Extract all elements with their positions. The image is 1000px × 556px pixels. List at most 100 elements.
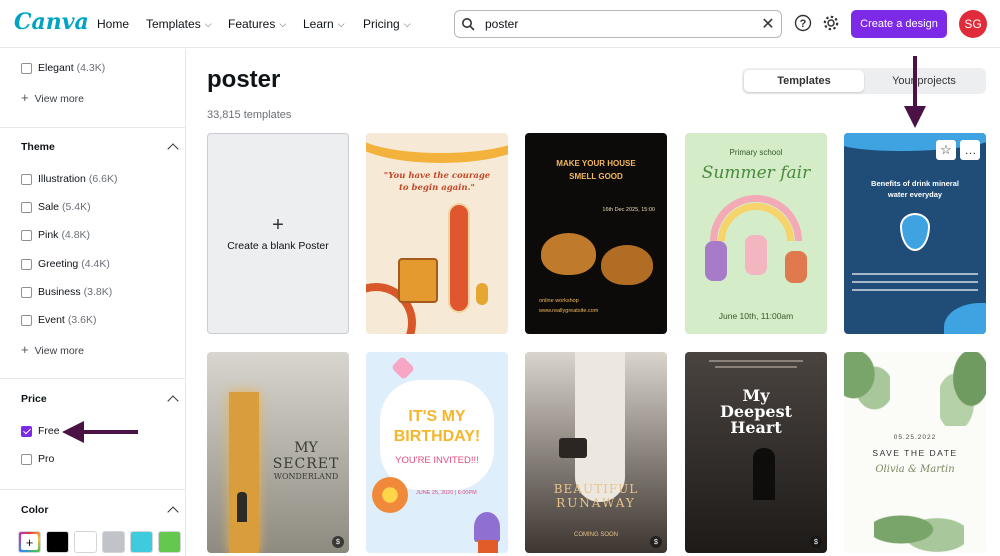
filter-label: Event: [38, 314, 65, 326]
decor-arc: [366, 133, 508, 163]
help-icon[interactable]: ?: [794, 14, 812, 32]
nav-templates[interactable]: Templates ⌵: [146, 0, 212, 48]
nav-learn[interactable]: Learn ⌵: [303, 0, 345, 48]
canva-logo[interactable]: Canva: [14, 9, 89, 35]
filter-greeting[interactable]: Greeting (4.4K): [21, 258, 110, 270]
checkbox[interactable]: [21, 453, 32, 465]
filter-count: (3.8K): [83, 286, 113, 298]
template-card[interactable]: Primary school Summer fair June 10th, 11…: [685, 133, 827, 334]
template-card[interactable]: IT'S MY BIRTHDAY! YOU'RE INVITED!!! JUNE…: [366, 352, 508, 553]
leaves-decoration: [874, 502, 964, 553]
color-swatch-green[interactable]: [158, 531, 181, 553]
text-line: [852, 289, 978, 291]
template-title: Heart: [730, 418, 782, 437]
section-title: Price: [21, 393, 47, 405]
croissant-illustration: [541, 233, 596, 275]
filter-sidebar: [0, 49, 186, 556]
filter-pink[interactable]: Pink (4.8K): [21, 229, 90, 241]
template-subtitle: Olivia & Martin: [875, 464, 955, 475]
template-card[interactable]: My Deepest Heart $: [685, 352, 827, 553]
gear-icon[interactable]: [822, 14, 840, 32]
luggage-illustration: [398, 258, 438, 303]
checkbox-checked[interactable]: [21, 425, 32, 437]
template-card[interactable]: ☆ … Benefits of drink mineral water ever…: [844, 133, 986, 334]
color-section-header[interactable]: Color: [21, 504, 179, 518]
template-subtitle: SMELL GOOD: [569, 172, 623, 181]
theme-section-header[interactable]: Theme: [21, 141, 179, 155]
child-illustration: [745, 235, 767, 275]
filter-label: Elegant: [38, 62, 74, 74]
chevron-up-icon: [167, 506, 179, 518]
filter-illustration[interactable]: Illustration (6.6K): [21, 173, 117, 185]
nav-home[interactable]: Home: [97, 0, 129, 48]
template-card[interactable]: MY SECRET WONDERLAND $: [207, 352, 349, 553]
blank-card-label: Create a blank Poster: [227, 239, 329, 252]
template-count: 33,815 templates: [207, 109, 292, 121]
create-design-button[interactable]: Create a design: [851, 10, 947, 38]
filter-business[interactable]: Business (3.8K): [21, 286, 112, 298]
create-blank-poster-card[interactable]: + Create a blank Poster: [207, 133, 349, 334]
checkbox[interactable]: [21, 62, 32, 74]
checkbox[interactable]: [21, 286, 32, 298]
template-subtitle: WONDERLAND: [273, 472, 339, 481]
color-swatch-white[interactable]: [74, 531, 97, 553]
filter-count: (5.4K): [62, 201, 91, 213]
template-card[interactable]: BEAUTIFUL RUNAWAY COMING SOON $: [525, 352, 667, 553]
template-label: online workshop: [539, 298, 579, 304]
text-line: [852, 273, 978, 275]
template-card[interactable]: 05.25.2022 SAVE THE DATE Olivia & Martin: [844, 352, 986, 553]
template-title: BEAUTIFUL: [553, 482, 639, 496]
figure-illustration: [237, 492, 247, 522]
checkbox[interactable]: [21, 201, 32, 213]
close-icon[interactable]: ✕: [755, 14, 781, 34]
nav-pricing[interactable]: Pricing ⌵: [363, 0, 411, 48]
search-input[interactable]: poster: [485, 17, 755, 31]
tab-templates[interactable]: Templates: [744, 70, 864, 92]
suitcase-illustration: [559, 438, 587, 458]
filter-pro[interactable]: Pro: [21, 453, 54, 465]
template-title: SECRET: [272, 456, 340, 472]
dress-illustration: [575, 352, 625, 502]
checkbox[interactable]: [21, 229, 32, 241]
template-title: Benefits of drink mineral: [871, 179, 959, 188]
custom-color-swatch[interactable]: +: [18, 531, 41, 553]
template-card[interactable]: MAKE YOUR HOUSE SMELL GOOD 16th Dec 2025…: [525, 133, 667, 334]
filter-label: Free: [38, 425, 60, 437]
template-date: JUNE 25, 2020 | 6:00PM: [416, 490, 477, 496]
color-swatch-gray[interactable]: [102, 531, 125, 553]
svg-text:?: ?: [800, 18, 807, 30]
view-more-label: View more: [34, 345, 85, 357]
checkbox[interactable]: [21, 173, 32, 185]
filter-elegant[interactable]: Elegant (4.3K): [21, 62, 105, 74]
search-icon: [455, 11, 481, 37]
annotation-arrow-down: [904, 56, 926, 128]
checkbox[interactable]: [21, 314, 32, 326]
checkbox[interactable]: [21, 258, 32, 270]
search-bar[interactable]: poster ✕: [454, 10, 782, 38]
nav-features-label: Features: [228, 17, 276, 31]
more-options-icon[interactable]: …: [960, 140, 980, 160]
template-card[interactable]: "You have the courage to begin again.": [366, 133, 508, 334]
avatar[interactable]: SG: [959, 10, 987, 38]
page-title: poster: [207, 66, 281, 93]
divider: [0, 127, 185, 128]
top-bar: Canva Home Templates ⌵ Features ⌵ Learn ⌵ P…: [0, 0, 1000, 48]
view-more-style[interactable]: + View more: [21, 90, 84, 105]
color-swatch-black[interactable]: [46, 531, 69, 553]
template-title: MAKE YOUR HOUSE: [556, 159, 636, 168]
filter-sale[interactable]: Sale (5.4K): [21, 201, 91, 213]
chevron-down-icon: ⌵: [204, 18, 212, 29]
template-title: RUNAWAY: [556, 496, 636, 510]
filter-label: Pink: [38, 229, 59, 241]
price-section-header[interactable]: Price: [21, 393, 179, 407]
nav-features[interactable]: Features ⌵: [228, 0, 286, 48]
filter-label: Greeting: [38, 258, 79, 270]
filter-free[interactable]: Free: [21, 425, 60, 437]
color-swatch-cyan[interactable]: [130, 531, 153, 553]
filter-count: (6.6K): [88, 173, 118, 185]
star-icon[interactable]: ☆: [936, 140, 956, 160]
filter-event[interactable]: Event (3.6K): [21, 314, 96, 326]
view-more-theme[interactable]: + View more: [21, 342, 84, 357]
template-title: IT'S MY: [408, 408, 466, 425]
chevron-down-icon: ⌵: [403, 18, 411, 29]
